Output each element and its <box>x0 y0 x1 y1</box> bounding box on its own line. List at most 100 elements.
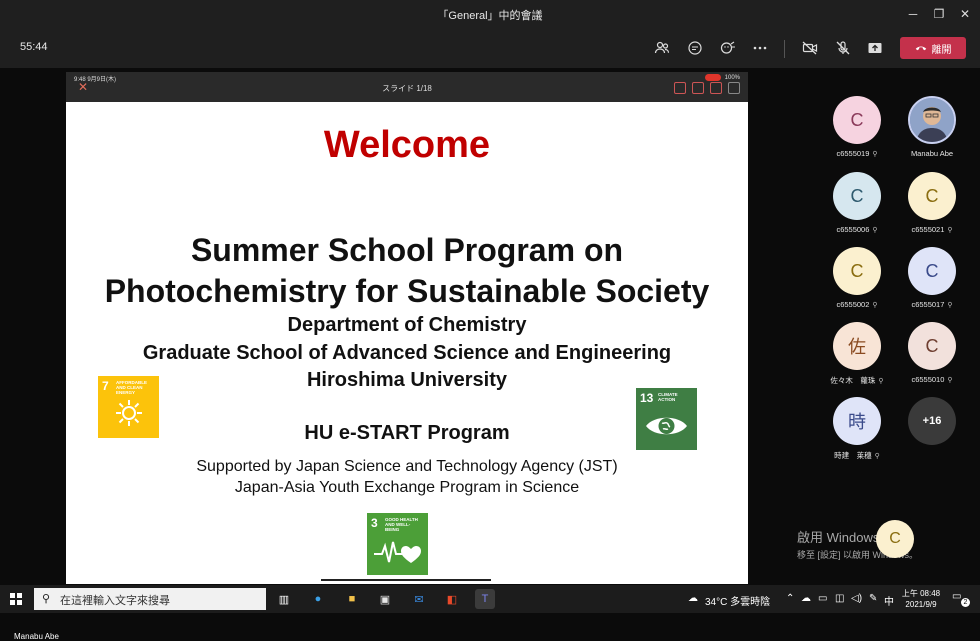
participant-name: c6555017 ⚲ <box>895 300 969 309</box>
recording-icon <box>704 74 721 81</box>
participant-tile[interactable]: C c6555010 ⚲ <box>895 322 969 384</box>
mic-muted-icon: ⚲ <box>947 302 953 309</box>
sdg-13-number: 13 <box>640 391 654 405</box>
volume-icon[interactable]: ◁) <box>851 593 862 604</box>
taskbar-clock[interactable]: 上午 08:48 2021/9/9 <box>900 588 942 610</box>
store-icon[interactable]: ▣ <box>375 589 395 609</box>
slide-welcome-heading: Welcome <box>323 124 491 166</box>
participant-tile[interactable]: C c6555002 ⚲ <box>820 247 894 309</box>
participant-name: c6555002 ⚲ <box>820 300 894 309</box>
sdg-3-badge: 3 GOOD HEALTH AND WELL-BEING <box>367 513 428 575</box>
fullscreen-icon[interactable] <box>728 82 740 94</box>
window-title: 「General」中的會議 <box>437 10 543 22</box>
file-explorer-icon[interactable]: ■ <box>342 589 362 609</box>
self-view-avatar[interactable]: C <box>876 520 914 558</box>
chat-button[interactable] <box>684 37 706 59</box>
phone-hangup-icon <box>915 46 926 51</box>
chat-icon <box>688 41 702 55</box>
sdg-13-caption: CLIMATE ACTION <box>658 392 678 402</box>
mic-toggle-button[interactable] <box>832 37 854 59</box>
people-button[interactable] <box>651 37 673 59</box>
presenter-name-label: Manabu Abe <box>14 632 59 641</box>
meeting-timer: 55:44 <box>20 41 48 53</box>
overflow-count: +16 <box>908 397 956 445</box>
share-icon <box>868 43 882 53</box>
camera-toggle-button[interactable] <box>799 37 821 59</box>
mic-off-icon <box>836 41 850 55</box>
network-icon[interactable]: ◫ <box>835 593 844 604</box>
avatar: C <box>908 172 956 220</box>
participant-name-text: c6555019 <box>836 149 870 158</box>
phone-viewer-bar: 9:48 9月9日(木) ✕ スライド 1/18 100% <box>66 72 748 102</box>
participant-tile[interactable]: Manabu Abe <box>895 96 969 158</box>
more-participants-button[interactable]: +16 <box>895 397 969 445</box>
avatar: 佐 <box>833 322 881 370</box>
mic-muted-icon: ⚲ <box>947 377 953 384</box>
avatar-photo <box>908 96 956 144</box>
reactions-button[interactable] <box>717 37 739 59</box>
minimize-button[interactable]: ─ <box>900 3 926 25</box>
annotation-tools <box>674 82 740 94</box>
leave-label: 離開 <box>931 44 952 56</box>
office-icon[interactable]: ◧ <box>442 589 462 609</box>
participant-tile[interactable]: C c6555021 ⚲ <box>895 172 969 234</box>
task-view-icon[interactable]: ▥ <box>274 589 294 609</box>
mail-icon[interactable]: ✉ <box>409 589 429 609</box>
participant-name-text: c6555006 <box>836 225 870 234</box>
onedrive-icon[interactable]: ☁ <box>801 593 811 604</box>
mic-muted-icon: ⚲ <box>878 378 884 385</box>
teams-icon[interactable]: T <box>475 589 495 609</box>
participant-name: c6555006 ⚲ <box>820 225 894 234</box>
taskbar-search-box[interactable]: ⚲ 在這裡輸入文字來搜尋 <box>34 588 266 610</box>
search-placeholder: 在這裡輸入文字來搜尋 <box>60 595 170 607</box>
weather-icon[interactable]: ☁ <box>688 593 698 604</box>
participant-name-text: c6555010 <box>911 375 945 384</box>
battery-level: 100% <box>724 75 740 82</box>
battery-icon[interactable]: ▭ <box>818 593 827 604</box>
start-icon[interactable] <box>10 593 22 605</box>
heartbeat-icon <box>374 541 421 563</box>
search-icon: ⚲ <box>42 593 51 605</box>
edge-icon[interactable]: ● <box>308 589 328 609</box>
reactions-icon <box>720 41 735 54</box>
sdg-13-badge: 13 CLIMATE ACTION <box>636 388 697 450</box>
sdg-7-caption: AFFORDABLE AND CLEAN ENERGY <box>116 380 147 395</box>
toolbar-divider <box>784 40 785 58</box>
eraser-icon[interactable] <box>710 82 722 94</box>
participant-name: c6555021 ⚲ <box>895 225 969 234</box>
participant-tile[interactable]: 時 時建 莱穗 ⚲ <box>820 397 894 461</box>
pen-tray-icon[interactable]: ✎ <box>869 593 877 604</box>
participant-tile[interactable]: C c6555019 ⚲ <box>820 96 894 158</box>
leave-meeting-button[interactable]: 離開 <box>900 37 966 59</box>
sun-icon <box>116 400 142 426</box>
participants-gallery: C c6555019 ⚲ Manabu Abe C c6555006 ⚲ C c65… <box>812 68 980 584</box>
more-options-button[interactable] <box>749 37 771 59</box>
tray-chevron-icon[interactable]: ⌃ <box>786 593 794 604</box>
highlighter-icon[interactable] <box>692 82 704 94</box>
participant-tile[interactable]: 佐 佐々木 蘿珠 ⚲ <box>820 322 894 386</box>
person-photo-icon <box>910 98 954 142</box>
eye-earth-icon <box>646 417 687 435</box>
share-screen-button[interactable] <box>864 37 886 59</box>
slide-title-line2: Photochemistry for Sustainable Society <box>104 273 710 309</box>
participant-tile[interactable]: C c6555006 ⚲ <box>820 172 894 234</box>
window-titlebar: 「General」中的會議 ─ ❐ ✕ <box>0 0 980 28</box>
weather-text[interactable]: 34°C 多雲時陰 <box>705 593 770 608</box>
slide-department: Department of Chemistry <box>287 314 527 336</box>
ime-indicator[interactable]: 中 <box>884 593 894 608</box>
participant-name-text: c6555002 <box>836 300 870 309</box>
close-window-button[interactable]: ✕ <box>952 3 978 25</box>
avatar: C <box>833 96 881 144</box>
sdg-7-number: 7 <box>102 379 109 393</box>
sdg-3-caption: GOOD HEALTH AND WELL-BEING <box>385 517 418 532</box>
people-icon <box>654 41 670 54</box>
participant-name: Manabu Abe <box>910 149 954 158</box>
clock-time: 上午 08:48 <box>901 589 941 598</box>
clock-date: 2021/9/9 <box>905 600 937 609</box>
participant-name: 佐々木 蘿珠 ⚲ <box>820 375 894 386</box>
slide-support-line1: Supported by Japan Science and Technolog… <box>196 458 618 475</box>
restore-button[interactable]: ❐ <box>926 3 952 25</box>
participant-tile[interactable]: C c6555017 ⚲ <box>895 247 969 309</box>
pen-icon[interactable] <box>674 82 686 94</box>
notification-center-button[interactable]: ▭ 2 <box>952 591 970 607</box>
